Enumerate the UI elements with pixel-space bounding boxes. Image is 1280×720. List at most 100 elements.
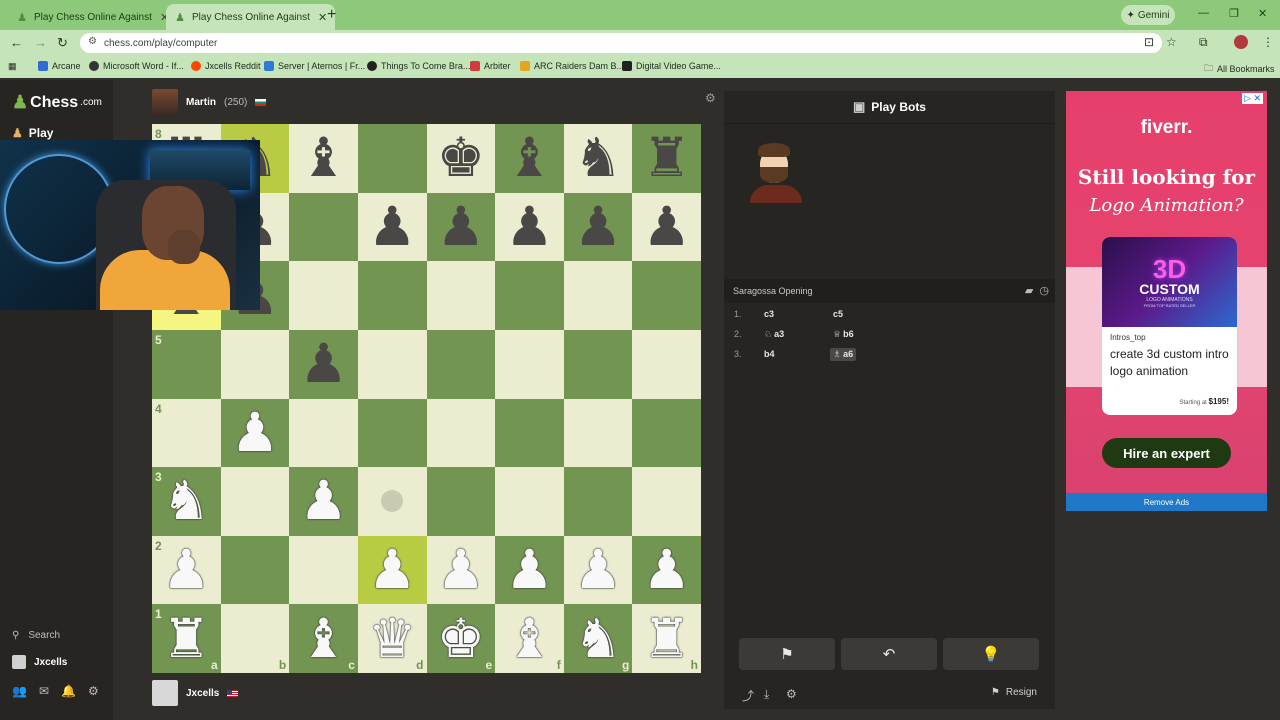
white-pawn-piece[interactable]: ♟ <box>642 543 690 597</box>
restore-icon[interactable]: ❐ <box>1229 7 1239 20</box>
black-rook-piece[interactable]: ♜ <box>642 131 690 185</box>
square-b5[interactable] <box>220 329 290 399</box>
square-e1[interactable]: e ♚ <box>426 604 496 673</box>
square-a4[interactable]: 4 <box>152 398 221 468</box>
bell-icon[interactable]: 🔔 <box>61 684 76 698</box>
square-b2[interactable] <box>220 535 290 605</box>
square-b3[interactable] <box>220 467 290 536</box>
white-rook-piece[interactable]: ♜ <box>642 611 690 666</box>
square-d1[interactable]: d ♛ <box>357 604 427 673</box>
sidebar-search[interactable]: ⚲ Search <box>12 630 60 641</box>
book-icon[interactable]: ▰ <box>1025 284 1033 297</box>
forward-icon[interactable]: → <box>34 35 47 50</box>
square-e6[interactable] <box>426 261 496 330</box>
download-icon[interactable]: ⤓ <box>764 687 769 702</box>
square-f2[interactable]: ♟ <box>495 535 564 605</box>
square-d6[interactable] <box>357 261 427 330</box>
menu-dots-icon[interactable]: ⋮ <box>1262 35 1274 49</box>
new-tab-icon[interactable]: + <box>327 6 336 24</box>
sidebar-user[interactable]: Jxcells <box>12 655 67 669</box>
opponent-avatar[interactable] <box>152 89 178 115</box>
gemini-button[interactable]: ✦ Gemini <box>1121 5 1175 25</box>
install-icon[interactable]: ⊡ <box>1144 35 1154 49</box>
square-g5[interactable] <box>563 329 633 399</box>
mail-icon[interactable]: ✉ <box>39 684 49 698</box>
white-rook-piece[interactable]: ♜ <box>162 611 210 666</box>
bookmark-word[interactable]: Microsoft Word - If... <box>89 61 184 71</box>
black-pawn-piece[interactable]: ♟ <box>299 337 347 391</box>
square-g6[interactable] <box>563 261 633 330</box>
square-d8[interactable] <box>357 124 427 193</box>
square-c6[interactable] <box>289 261 358 330</box>
white-knight-piece[interactable]: ♞ <box>162 474 210 528</box>
white-pawn-piece[interactable]: ♟ <box>437 543 485 597</box>
white-pawn-piece[interactable]: ♟ <box>231 405 279 460</box>
remove-ads-link[interactable]: Remove Ads <box>1066 493 1267 511</box>
minimize-icon[interactable]: — <box>1198 7 1209 19</box>
square-f6[interactable] <box>495 261 564 330</box>
opening-name[interactable]: Saragossa Opening <box>733 286 813 296</box>
board-settings-icon[interactable]: ⚙ <box>705 91 716 105</box>
square-f8[interactable]: ♝ <box>495 124 564 193</box>
white-pawn-piece[interactable]: ♟ <box>368 543 416 597</box>
square-e8[interactable]: ♚ <box>426 124 496 193</box>
square-a2[interactable]: 2 ♟ <box>152 535 221 605</box>
square-e2[interactable]: ♟ <box>426 535 496 605</box>
player-name[interactable]: Jxcells <box>186 688 219 699</box>
square-c7[interactable] <box>289 192 358 262</box>
black-pawn-piece[interactable]: ♟ <box>574 199 622 254</box>
profile-avatar[interactable] <box>1234 35 1248 49</box>
resign-flag-button[interactable]: ⚑ <box>739 638 835 670</box>
black-move[interactable]: ♗ a6 <box>830 347 857 361</box>
gear-icon[interactable]: ⚙ <box>88 684 99 698</box>
close-tab-icon[interactable]: ✕ <box>318 11 327 24</box>
apps-grid-icon[interactable]: ▦ <box>8 61 17 72</box>
black-pawn-piece[interactable]: ♟ <box>368 199 416 254</box>
white-pawn-piece[interactable]: ♟ <box>574 543 622 597</box>
white-queen-piece[interactable]: ♛ <box>368 611 416 666</box>
square-b1[interactable]: b <box>220 604 290 673</box>
white-move[interactable]: b4 <box>764 349 775 359</box>
takeback-button[interactable]: ↶ <box>841 638 937 670</box>
square-a3[interactable]: 3 ♞ <box>152 467 221 536</box>
black-pawn-piece[interactable]: ♟ <box>437 199 485 254</box>
bookmark-reddit[interactable]: Jxcells Reddit <box>191 61 261 71</box>
white-bishop-piece[interactable]: ♝ <box>299 611 347 666</box>
square-g8[interactable]: ♞ <box>563 124 633 193</box>
square-c3[interactable]: ♟ <box>289 467 358 536</box>
square-f3[interactable] <box>495 467 564 536</box>
square-h6[interactable] <box>632 261 701 330</box>
black-king-piece[interactable]: ♚ <box>437 131 485 185</box>
square-e5[interactable] <box>426 329 496 399</box>
hint-button[interactable]: 💡 <box>943 638 1039 670</box>
square-c2[interactable] <box>289 535 358 605</box>
chess-logo[interactable]: ♟ Chess .com <box>12 92 102 113</box>
square-h2[interactable]: ♟ <box>632 535 701 605</box>
white-move[interactable]: c3 <box>764 309 774 319</box>
bookmark-arbiter[interactable]: Arbiter <box>470 61 511 71</box>
square-e7[interactable]: ♟ <box>426 192 496 262</box>
black-bishop-piece[interactable]: ♝ <box>505 131 553 185</box>
site-info-icon[interactable]: ⚙ <box>88 36 97 47</box>
square-d4[interactable] <box>357 398 427 468</box>
square-f7[interactable]: ♟ <box>495 192 564 262</box>
square-g1[interactable]: g ♞ <box>563 604 633 673</box>
white-move[interactable]: ♘ a3 <box>764 329 784 340</box>
square-f1[interactable]: f ♝ <box>495 604 564 673</box>
opponent-name[interactable]: Martin <box>186 97 216 108</box>
square-d3[interactable] <box>357 467 427 536</box>
gear-icon[interactable]: ⚙ <box>786 687 797 701</box>
black-knight-piece[interactable]: ♞ <box>574 131 622 185</box>
square-c8[interactable]: ♝ <box>289 124 358 193</box>
ad-gig-card[interactable]: 3D CUSTOM LOGO ANIMATIONS FROM TOP RATED… <box>1102 237 1237 415</box>
url-bar[interactable]: ⚙ chess.com/play/computer <box>80 33 1162 53</box>
bookmark-arcane[interactable]: Arcane <box>38 61 81 71</box>
white-pawn-piece[interactable]: ♟ <box>162 543 210 597</box>
friends-icon[interactable]: 👥 <box>12 684 27 698</box>
square-c1[interactable]: c ♝ <box>289 604 358 673</box>
bookmark-digital-video[interactable]: Digital Video Game... <box>622 61 721 71</box>
square-g4[interactable] <box>563 398 633 468</box>
black-pawn-piece[interactable]: ♟ <box>505 199 553 254</box>
close-window-icon[interactable]: ✕ <box>1258 7 1267 20</box>
black-pawn-piece[interactable]: ♟ <box>642 199 690 254</box>
